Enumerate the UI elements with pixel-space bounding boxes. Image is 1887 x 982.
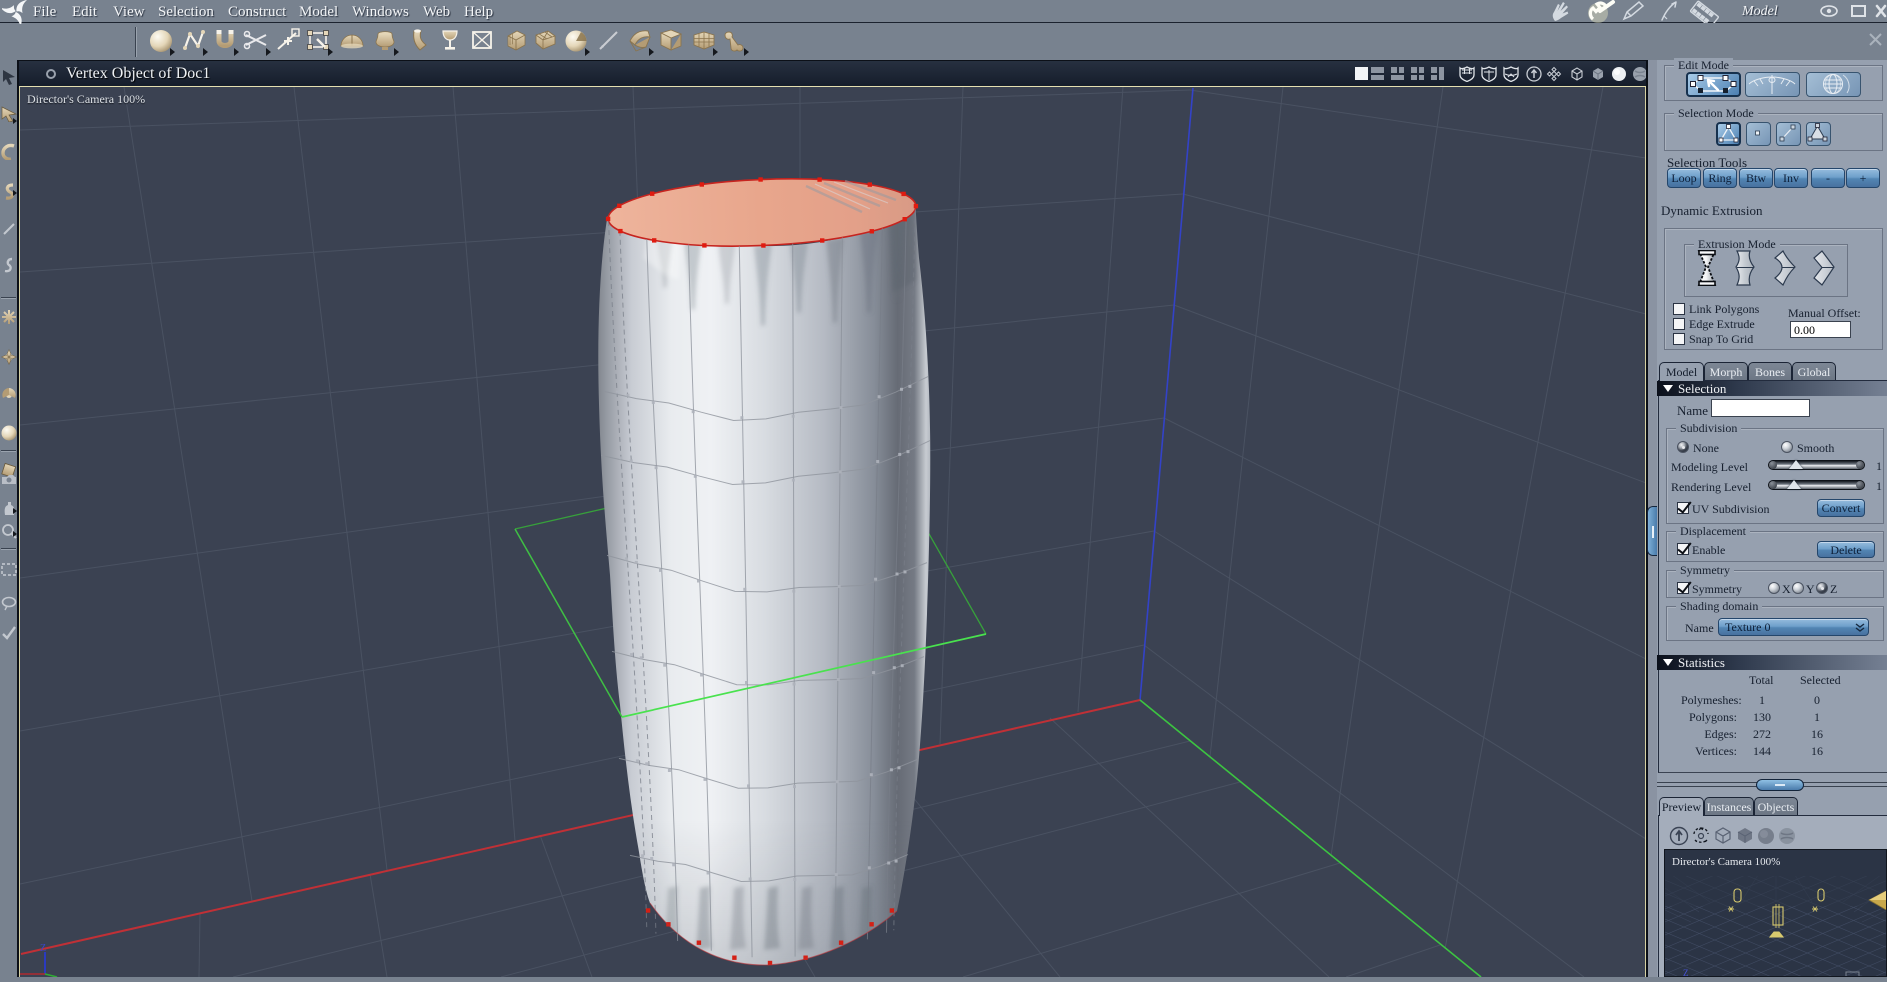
svg-text:Director's Camera 100%: Director's Camera 100% xyxy=(1672,856,1780,868)
svg-text:Z: Z xyxy=(1683,968,1689,977)
svg-text:Z: Z xyxy=(40,943,46,954)
